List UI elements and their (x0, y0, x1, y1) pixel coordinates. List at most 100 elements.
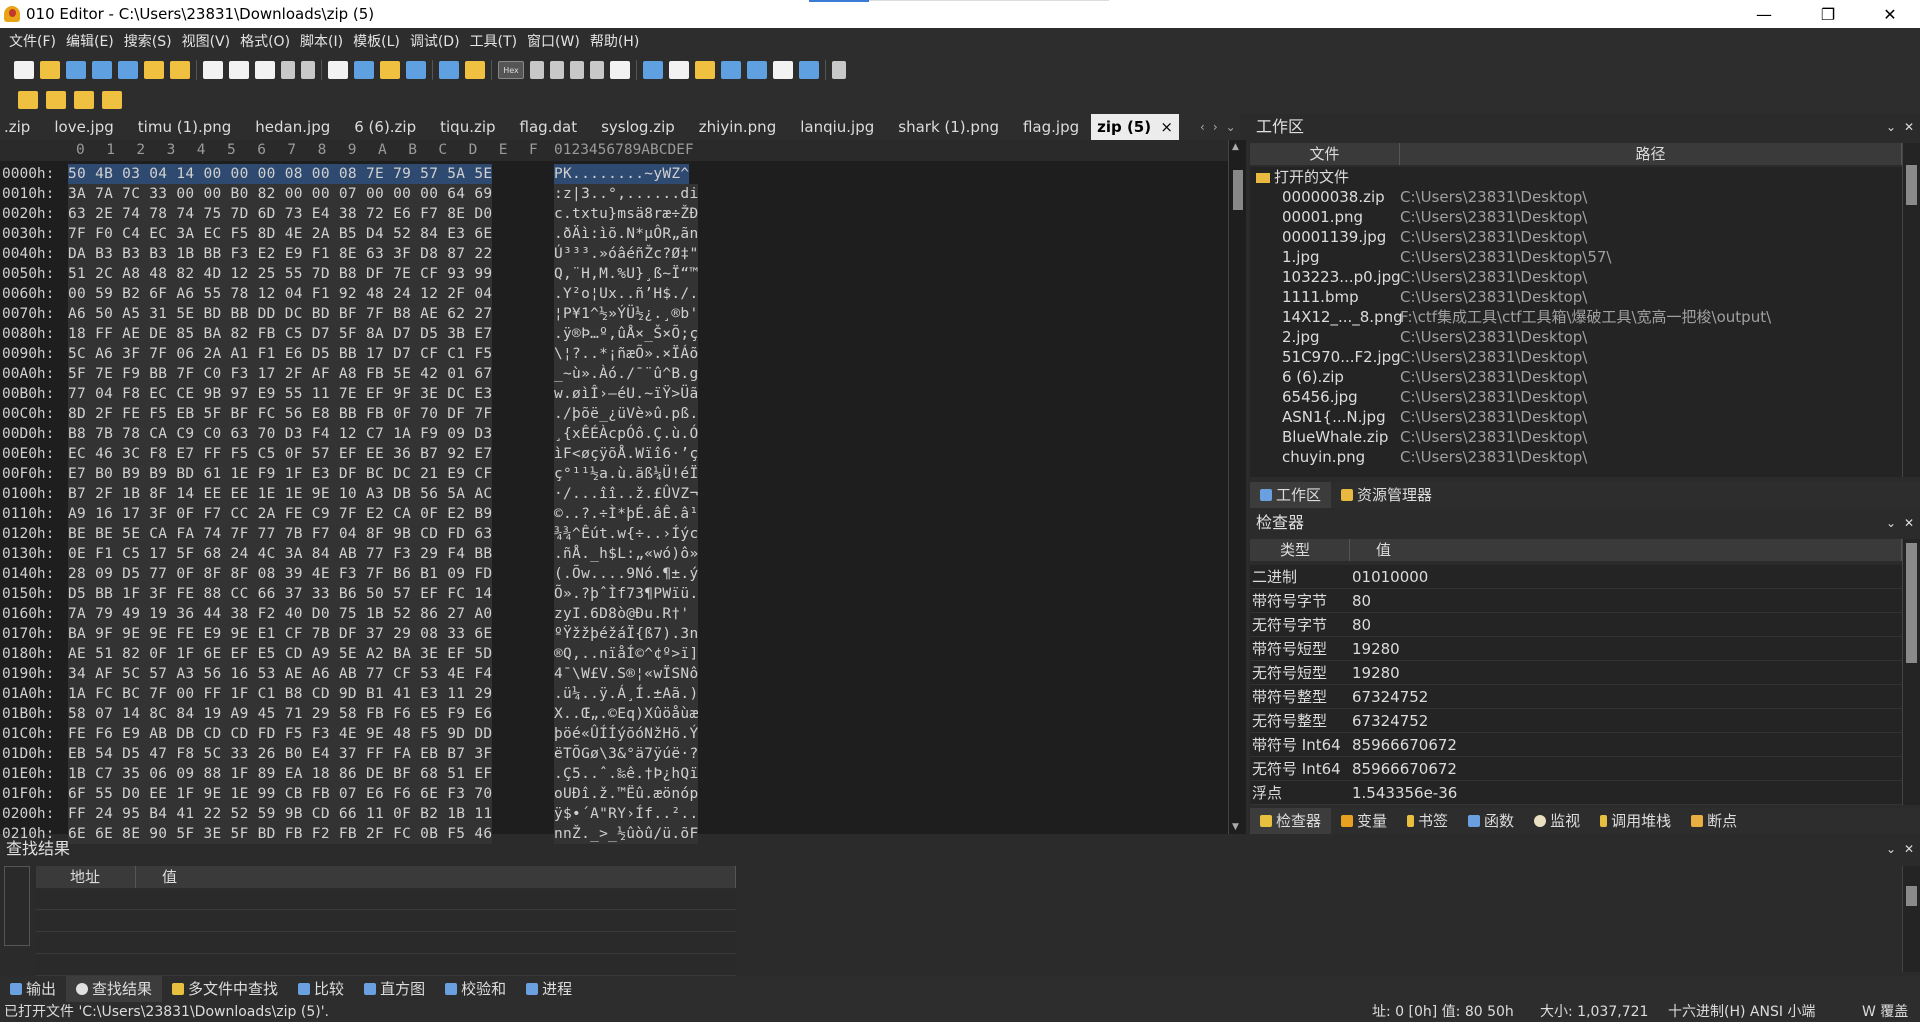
tab-functions[interactable]: 函数 (1458, 808, 1524, 834)
table-row[interactable]: 无符号短型 19280 (1250, 661, 1902, 685)
menu-debug[interactable]: 调试(D) (405, 31, 465, 51)
script-2-icon[interactable] (46, 91, 66, 109)
find-menu-icon[interactable]: ⌄ (1886, 842, 1896, 856)
table-row[interactable]: 无符号整型 67324752 (1250, 709, 1902, 733)
save-as-icon[interactable] (92, 61, 112, 79)
tab-compare[interactable]: 比较 (288, 976, 354, 1002)
tab-find-in-files[interactable]: 多文件中查找 (162, 976, 288, 1002)
tab-bookmarks[interactable]: 书签 (1397, 808, 1458, 834)
workspace-menu-icon[interactable]: ⌄ (1886, 120, 1896, 134)
hex-editor[interactable]: 0 1 2 3 4 5 6 7 8 9 A B C D E F 0123456789ABCDEF 0000h: 5… (0, 140, 1228, 844)
row-hex-bytes[interactable]: 28 09 D5 77 0F 8F 8F 08 39 4E F3 7F B6 B… (68, 564, 493, 584)
inspector-menu-icon[interactable]: ⌄ (1886, 516, 1896, 530)
row-ascii[interactable]: _~ù».Àó./¯¨û^B.g (554, 364, 699, 384)
row-hex-bytes[interactable]: AE 51 82 0F 1F 6E EF E5 CD A9 5E A2 BA 3… (68, 644, 493, 664)
tab-6-6-zip[interactable]: 6 (6).zip (342, 114, 428, 140)
tab-histogram[interactable]: 直方图 (354, 976, 435, 1002)
col-type[interactable]: 类型 (1250, 539, 1350, 561)
tab-prev-icon[interactable]: ‹ (1200, 114, 1205, 140)
tab-workspace[interactable]: 工作区 (1250, 482, 1332, 508)
table-row[interactable]: 带符号整型 67324752 (1250, 685, 1902, 709)
new-file-icon[interactable] (14, 61, 34, 79)
list-item[interactable]: 00000038.zip C:\Users\23831\Desktop\ (1250, 187, 1902, 207)
tab-lanqiu-jpg[interactable]: lanqiu.jpg (788, 114, 886, 140)
status-mode[interactable]: W 覆盖 (1862, 1002, 1908, 1022)
row-ascii[interactable]: .ü¼..ÿ.Á¸Í.±Aã.) (554, 684, 699, 704)
swap-icon[interactable] (695, 61, 715, 79)
row-ascii[interactable]: Ú³³³.»óâéñŽc?Ø‡" (554, 244, 699, 264)
list-item[interactable]: chuyin.png C:\Users\23831\Desktop\ (1250, 447, 1902, 467)
menu-format[interactable]: 格式(O) (235, 31, 295, 51)
inspector-value[interactable]: 01010000 (1352, 565, 1428, 589)
cut-icon[interactable] (203, 61, 223, 79)
find-icon[interactable] (328, 61, 348, 79)
menu-template[interactable]: 模板(L) (348, 31, 405, 51)
list-item[interactable]: 00001139.jpg C:\Users\23831\Desktop\ (1250, 227, 1902, 247)
list-item[interactable]: 65456.jpg C:\Users\23831\Desktop\ (1250, 387, 1902, 407)
table-row[interactable]: 带符号 Int64 85966670672 (1250, 733, 1902, 757)
copy-icon[interactable] (229, 61, 249, 79)
tab-hedan-jpg[interactable]: hedan.jpg (243, 114, 342, 140)
row-ascii[interactable]: Q,¨H‚M.%U}¸ß~Ï“™ (554, 264, 699, 284)
row-ascii[interactable]: ºŸžžþéžáÏ{ß7).3n (554, 624, 699, 644)
row-ascii[interactable]: ¦P¥1^½»ÝÜ½¿.¸®b' (554, 304, 699, 324)
scrollbar-thumb[interactable] (1906, 886, 1917, 906)
inspector-value[interactable]: 67324752 (1352, 685, 1428, 709)
list-item[interactable]: 14X12_..._8.png F:\ctf集成工具\ctf工具箱\爆破工具\宽高… (1250, 307, 1902, 327)
list-item[interactable]: ASN1{...N.jpg C:\Users\23831\Desktop\ (1250, 407, 1902, 427)
row-hex-bytes[interactable]: 8D 2F FE F5 EB 5F BF FC 56 E8 BB FB 0F 7… (68, 404, 493, 424)
tab-zip-5[interactable]: zip (5) × (1091, 114, 1179, 140)
row-hex-bytes[interactable]: D5 BB 1F 3F FE 88 CC 66 37 33 B6 50 57 E… (68, 584, 493, 604)
menu-window[interactable]: 窗口(W) (522, 31, 585, 51)
tab-process[interactable]: 进程 (516, 976, 582, 1002)
row-ascii[interactable]: PK........~yWZ^ (554, 164, 690, 184)
inspector-value[interactable]: 85966670672 (1352, 733, 1457, 757)
highlight-icon[interactable] (610, 61, 630, 79)
list-item[interactable]: 00001.png C:\Users\23831\Desktop\ (1250, 207, 1902, 227)
close-window-button[interactable]: ✕ (1862, 0, 1918, 28)
row-hex-bytes[interactable]: 7F F0 C4 EC 3A EC F5 8D 4E 2A B5 D4 52 8… (68, 224, 493, 244)
menu-tools[interactable]: 工具(T) (465, 31, 522, 51)
tab-call-stack[interactable]: 调用堆栈 (1590, 808, 1681, 834)
row-hex-bytes[interactable]: FF 24 95 B4 41 22 52 59 9B CD 66 11 0F B… (68, 804, 493, 824)
hex-mode-button[interactable]: Hex (498, 61, 524, 79)
tab-output[interactable]: 输出 (0, 976, 66, 1002)
open-file-icon[interactable] (40, 61, 60, 79)
row-ascii[interactable]: .ñÅ._h$L:„«wó)ô» (554, 544, 699, 564)
row-hex-bytes[interactable]: 77 04 F8 EC CE 9B 97 E9 55 11 7E EF 9F 3… (68, 384, 493, 404)
restore-button[interactable]: ❐ (1800, 0, 1856, 28)
close-tab-icon[interactable]: × (1160, 118, 1173, 136)
row-hex-bytes[interactable]: 63 2E 74 78 74 75 7D 6D 73 E4 38 72 E6 F… (68, 204, 493, 224)
row-ascii[interactable]: ®Q‚..nïåÍ©^¢º>ï] (554, 644, 699, 664)
row-hex-bytes[interactable]: A6 50 A5 31 5E BD BB DD DC BD BF 7F B8 A… (68, 304, 493, 324)
script-3-icon[interactable] (74, 91, 94, 109)
row-hex-bytes[interactable]: FE F6 E9 AB DB CD CD FD F5 F3 4E 9E 48 F… (68, 724, 493, 744)
list-item[interactable]: 6 (6).zip C:\Users\23831\Desktop\ (1250, 367, 1902, 387)
row-ascii[interactable]: c.txtu}msä8ræ÷ŽÐ (554, 204, 699, 224)
tab-variables[interactable]: 变量 (1331, 808, 1397, 834)
row-ascii[interactable]: oUÐî.ž.™Ëû.æönóp (554, 784, 699, 804)
tab-explorer[interactable]: 资源管理器 (1331, 482, 1442, 508)
row-hex-bytes[interactable]: 51 2C A8 48 82 4D 12 25 55 7D B8 DF 7E C… (68, 264, 493, 284)
tab-flag-dat[interactable]: flag.dat (508, 114, 590, 140)
tab-inspector[interactable]: 检查器 (1250, 808, 1332, 834)
editor-scrollbar[interactable]: ▲ ▼ (1228, 140, 1246, 834)
table-row[interactable]: 带符号短型 19280 (1250, 637, 1902, 661)
row-ascii[interactable]: ¾¾^Êút.w{÷..›Íýc (554, 524, 699, 544)
paste-icon[interactable] (255, 61, 275, 79)
replace-icon[interactable] (354, 61, 374, 79)
save-icon[interactable] (66, 61, 86, 79)
inspector-close-icon[interactable]: ✕ (1904, 516, 1914, 530)
row-ascii[interactable]: ìF<øçÿõÅ.Wïî6·’ç (554, 444, 699, 464)
menu-search[interactable]: 搜索(S) (119, 31, 177, 51)
menu-help[interactable]: 帮助(H) (585, 31, 644, 51)
scroll-up-icon[interactable]: ▲ (1232, 142, 1239, 152)
tab-love-jpg[interactable]: love.jpg (42, 114, 125, 140)
list-item[interactable]: BlueWhale.zip C:\Users\23831\Desktop\ (1250, 427, 1902, 447)
inspector-value[interactable]: 19280 (1352, 637, 1400, 661)
script-4-icon[interactable] (102, 91, 122, 109)
row-hex-bytes[interactable]: 00 59 B2 6F A6 55 78 12 04 F1 92 48 24 1… (68, 284, 493, 304)
histogram-icon[interactable] (721, 61, 741, 79)
scroll-down-icon[interactable]: ▼ (1232, 822, 1239, 832)
run-script-icon[interactable] (439, 61, 459, 79)
